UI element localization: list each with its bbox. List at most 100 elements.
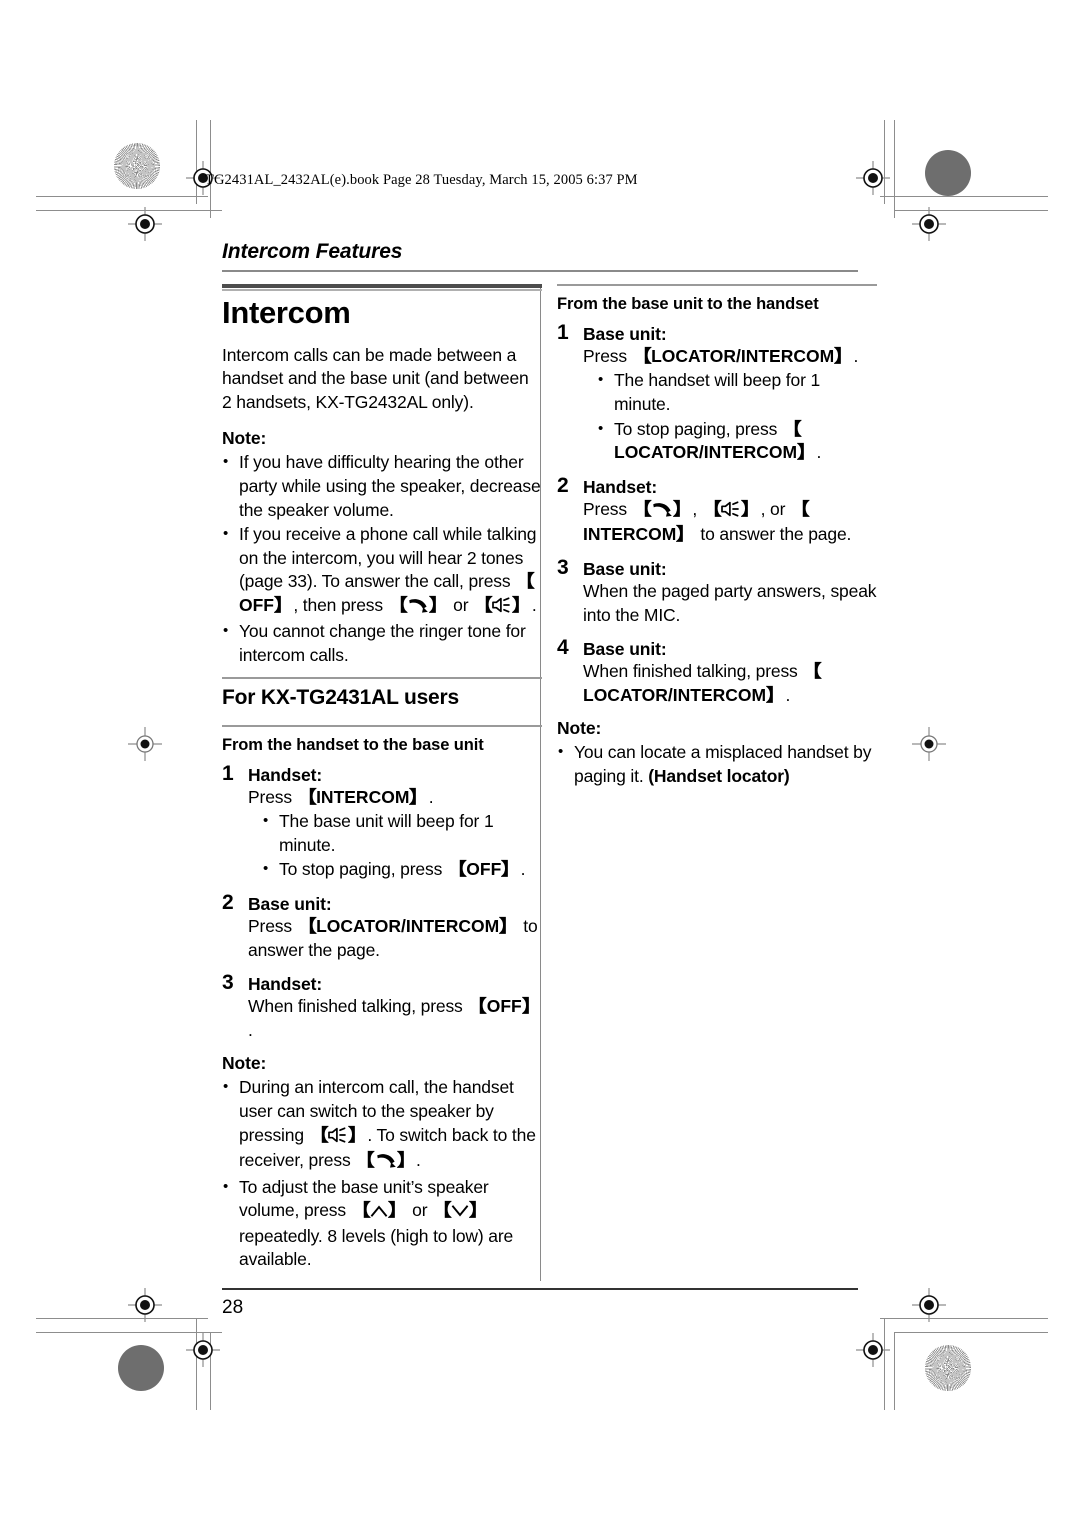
chapter-title: Intercom xyxy=(222,295,351,330)
note-item: You cannot change the ringer tone for in… xyxy=(222,619,542,667)
step-instruction: Press 【LOCATOR/INTERCOM】 to answer the p… xyxy=(248,915,538,960)
note-list-right: You can locate a misplaced handset by pa… xyxy=(557,740,877,788)
key-bracket-close: 】 xyxy=(512,594,533,615)
key-bracket-close: 】 xyxy=(469,1200,490,1221)
key-bracket-close: 】 xyxy=(498,915,519,936)
step-device-label: Handset: xyxy=(248,764,323,785)
key-bracket-open: 【 xyxy=(631,345,652,366)
key-reference-icon: 【】 xyxy=(355,1150,416,1170)
note-list: If you have difficulty hearing the other… xyxy=(222,450,542,667)
key-bracket-close: 】 xyxy=(521,996,542,1017)
key-bracket-open: 【 xyxy=(387,594,408,615)
step-instruction: When the paged party answers, speak into… xyxy=(583,580,877,625)
section-rule xyxy=(222,676,542,679)
key-bracket-close: 】 xyxy=(428,594,449,615)
key-bracket-close: 】 xyxy=(396,1150,417,1171)
crosshair-registration-mark-bottom-left xyxy=(186,1333,220,1367)
crosshair-registration-mark-right-lower xyxy=(912,1288,946,1322)
page-number: 28 xyxy=(222,1297,244,1318)
key-reference: 【OFF】 xyxy=(467,996,541,1016)
key-bracket-open: 【 xyxy=(802,661,823,682)
solid-registration-dot-top-right xyxy=(925,150,971,196)
step-item: 3 Base unit: When the paged party answers,… xyxy=(557,555,877,627)
step-number: 2 xyxy=(222,890,234,914)
key-bracket-open: 【 xyxy=(781,418,802,439)
key-bracket-open: 【 xyxy=(472,594,493,615)
step-device-label: Base unit: xyxy=(248,893,332,914)
note-label-right: Note: xyxy=(557,718,602,739)
step-bullet-item: To stop paging, press 【OFF】. xyxy=(262,857,542,882)
step-number: 1 xyxy=(557,320,569,344)
subsection-title-right: From the base unit to the handset xyxy=(557,295,819,313)
running-head: Intercom Features xyxy=(222,240,403,263)
key-reference: 【INTERCOM】 xyxy=(296,786,429,807)
key-reference-icon: 【】 xyxy=(350,1200,408,1221)
key-reference-icon: 【】 xyxy=(473,595,532,615)
speakerphone-icon xyxy=(492,596,512,620)
file-stamp: TG2431AL_2432AL(e).book Page 28 Tuesday,… xyxy=(205,172,638,188)
key-label: LOCATOR/INTERCOM xyxy=(583,684,767,705)
solid-registration-dot-bottom-left xyxy=(118,1345,164,1391)
key-label: OFF xyxy=(466,859,502,880)
crosshair-registration-mark-right-middle xyxy=(912,727,946,761)
section-title: For KX-TG2431AL users xyxy=(222,685,459,709)
key-bracket-open: 【 xyxy=(296,786,317,807)
key-reference-icon: 【】 xyxy=(387,594,449,615)
intro-paragraph: Intercom calls can be made between a han… xyxy=(222,344,529,412)
right-column: From the base unit to the handset 1 Base … xyxy=(557,284,877,795)
step-instruction: Press 【】, 【】, or 【INTERCOM】 to answer th… xyxy=(583,498,877,547)
key-label: LOCATOR/INTERCOM xyxy=(614,442,798,463)
step-instruction: When finished talking, press 【OFF】. xyxy=(248,996,542,1040)
key-bracket-open: 【 xyxy=(631,498,652,519)
key-label: OFF xyxy=(486,996,522,1017)
step-device-label: Base unit: xyxy=(583,639,667,660)
note-item: If you receive a phone call while talkin… xyxy=(222,522,542,619)
step-item: 3 Handset: When finished talking, press 【O… xyxy=(222,971,542,1042)
key-bracket-close: 】 xyxy=(672,498,693,519)
volume-up-icon xyxy=(370,1201,388,1225)
key-reference-icon: 【】 xyxy=(308,1124,368,1145)
step-item: 2 Handset: Press 【】, 【】, or 【INTERCOM】 to … xyxy=(557,473,877,547)
crosshair-registration-mark-bottom-right xyxy=(856,1333,890,1367)
step-device-label: Base unit: xyxy=(583,558,667,579)
key-bracket-close: 】 xyxy=(833,345,854,366)
key-bracket-open: 【 xyxy=(431,1200,452,1221)
key-bracket-close: 】 xyxy=(273,594,294,615)
key-label: INTERCOM xyxy=(316,786,410,807)
key-reference: 【 LOCATOR/INTERCOM】 xyxy=(614,418,817,463)
key-reference: 【OFF】 xyxy=(447,859,521,879)
key-bracket-close: 】 xyxy=(387,1200,408,1221)
key-bracket-open: 【 xyxy=(354,1150,375,1171)
key-bracket-close: 】 xyxy=(765,684,786,705)
crosshair-registration-mark-left-lower xyxy=(128,1288,162,1322)
key-bracket-close: 】 xyxy=(740,498,761,519)
speakerphone-icon xyxy=(328,1126,348,1150)
running-head-rule xyxy=(222,270,858,272)
step-instruction: Press 【INTERCOM】. xyxy=(248,786,542,810)
key-reference-icon: 【】 xyxy=(702,499,761,519)
step-bullet-item: To stop paging, press 【LOCATOR/INTERCOM】… xyxy=(597,417,877,465)
step-bullet-item: The base unit will beep for 1 minute. xyxy=(262,809,542,857)
note-item: During an intercom call, the handset use… xyxy=(222,1075,542,1174)
step-number: 1 xyxy=(222,761,234,785)
step-number: 3 xyxy=(557,555,569,579)
key-reference: 【 LOCATOR/INTERCOM】 xyxy=(583,661,822,705)
step-number: 2 xyxy=(557,473,569,497)
step-list-handset-to-base: 1 Handset:Press 【INTERCOM】.The base unit … xyxy=(222,761,542,1043)
key-bracket-close: 】 xyxy=(676,524,696,545)
radial-registration-star-top-left xyxy=(114,143,160,189)
step-number: 4 xyxy=(557,636,569,660)
step-item: 2 Base unit: Press 【LOCATOR/INTERCOM】 to a… xyxy=(222,890,542,962)
speakerphone-icon xyxy=(721,500,741,524)
step-bullet-list: The base unit will beep for 1 minute.To … xyxy=(262,809,542,882)
key-bracket-open: 【 xyxy=(350,1200,371,1221)
key-bracket-open: 【 xyxy=(467,996,488,1017)
key-bracket-open: 【 xyxy=(308,1124,329,1145)
key-bracket-open: 【 xyxy=(296,915,317,936)
handset-talk-icon xyxy=(407,596,429,620)
key-bracket-close: 】 xyxy=(347,1124,368,1145)
key-reference-icon: 【】 xyxy=(631,498,693,519)
emphasis-text: (Handset locator) xyxy=(648,765,790,786)
step-instruction: When finished talking, press 【LOCATOR/IN… xyxy=(583,660,877,707)
handset-talk-icon xyxy=(375,1151,397,1175)
